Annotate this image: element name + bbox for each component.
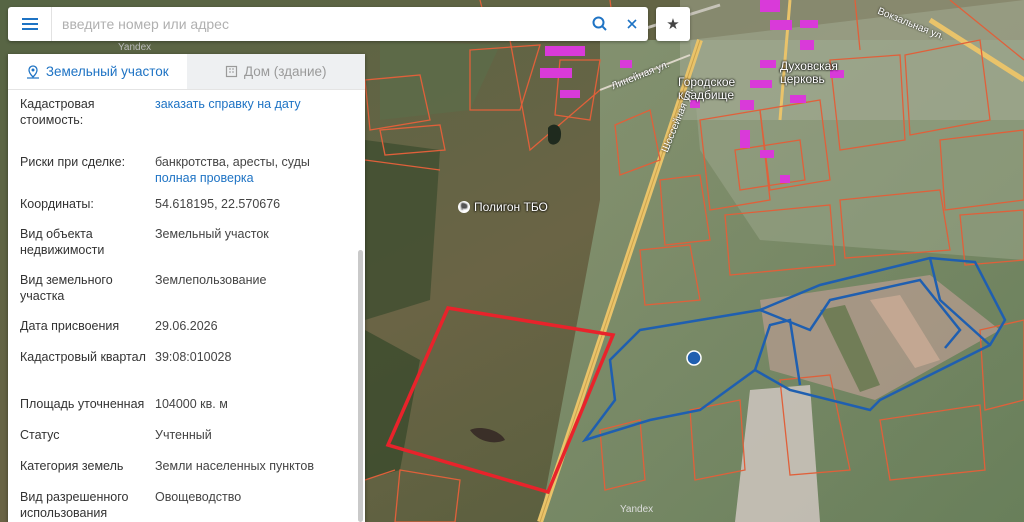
details-list: Кадастровая стоимость: заказать справку … [8,90,365,522]
row-risks: Риски при сделке: банкротства, аресты, с… [20,154,353,196]
row-category: Категория земель Земли населенных пункто… [20,458,353,489]
order-certificate-link[interactable]: заказать справку на дату [155,97,301,111]
category-value: Земли населенных пунктов [155,459,314,473]
tab-land-plot-label: Земельный участок [45,64,169,79]
row-cadastral-value: Кадастровая стоимость: заказать справку … [20,96,353,154]
full-check-link[interactable]: полная проверка [155,170,353,186]
yandex-watermark-bottom: Yandex [620,504,654,515]
search-icon [592,16,607,31]
risks-value: банкротства, аресты, суды [155,155,310,169]
row-area: Площадь уточненная 104000 кв. м [20,396,353,427]
cadastral-value-label: Кадастровая стоимость: [20,97,95,127]
assign-date-label: Дата присвоения [20,319,120,333]
object-type-label: Вид объекта недвижимости [20,227,105,257]
hamburger-icon [21,18,38,30]
plot-type-value: Землепользование [155,273,267,287]
tab-land-plot[interactable]: Земельный участок [8,54,187,89]
info-panel: Земельный участок Дом (здание) Кадастров… [8,54,365,522]
quarter-value: 39:08:010028 [155,350,232,364]
search-button[interactable] [584,7,616,41]
tab-building-label: Дом (здание) [243,64,327,79]
panel-tabs: Земельный участок Дом (здание) [8,54,365,90]
category-label: Категория земель [20,459,124,473]
area-label: Площадь уточненная [20,397,145,411]
building-icon [225,65,238,78]
star-icon: ★ [666,16,680,33]
coordinates-label: Координаты: [20,197,94,211]
plot-type-label: Вид земельного участка [20,273,113,303]
row-coordinates: Координаты: 54.618195, 22.570676 [20,196,353,226]
land-plot-icon [26,64,39,79]
favorites-button[interactable]: ★ [656,7,690,41]
search-input[interactable] [52,7,584,41]
row-status: Статус Учтенный [20,427,353,458]
status-value: Учтенный [155,428,212,442]
coordinates-value: 54.618195, 22.570676 [155,197,281,211]
search-bar [8,7,648,41]
status-label: Статус [20,428,60,442]
clear-button[interactable] [616,7,648,41]
panel-scrollbar[interactable] [358,250,363,522]
row-object-type: Вид объекта недвижимости Земельный участ… [20,226,353,272]
usage-value: Овощеводство [155,490,242,504]
row-usage: Вид разрешенного использования Овощеводс… [20,489,353,522]
area-value: 104000 кв. м [155,397,228,411]
object-type-value: Земельный участок [155,227,269,241]
tab-building[interactable]: Дом (здание) [186,54,365,89]
row-assign-date: Дата присвоения 29.06.2026 [20,318,353,349]
landfill-marker[interactable]: ⚑ Полигон ТБО [458,200,548,214]
quarter-label: Кадастровый квартал [20,350,146,364]
usage-label: Вид разрешенного использования [20,490,129,520]
assign-date-value: 29.06.2026 [155,319,218,333]
yandex-watermark-top: Yandex [118,42,152,53]
flag-icon: ⚑ [458,201,470,213]
landfill-label: Полигон ТБО [474,200,548,214]
row-quarter: Кадастровый квартал 39:08:010028 [20,349,353,396]
risks-label: Риски при сделке: [20,155,126,169]
church-label: Духовская церковь [780,59,838,86]
menu-button[interactable] [8,7,52,41]
close-icon [627,19,637,29]
row-plot-type: Вид земельного участка Землепользование [20,272,353,318]
